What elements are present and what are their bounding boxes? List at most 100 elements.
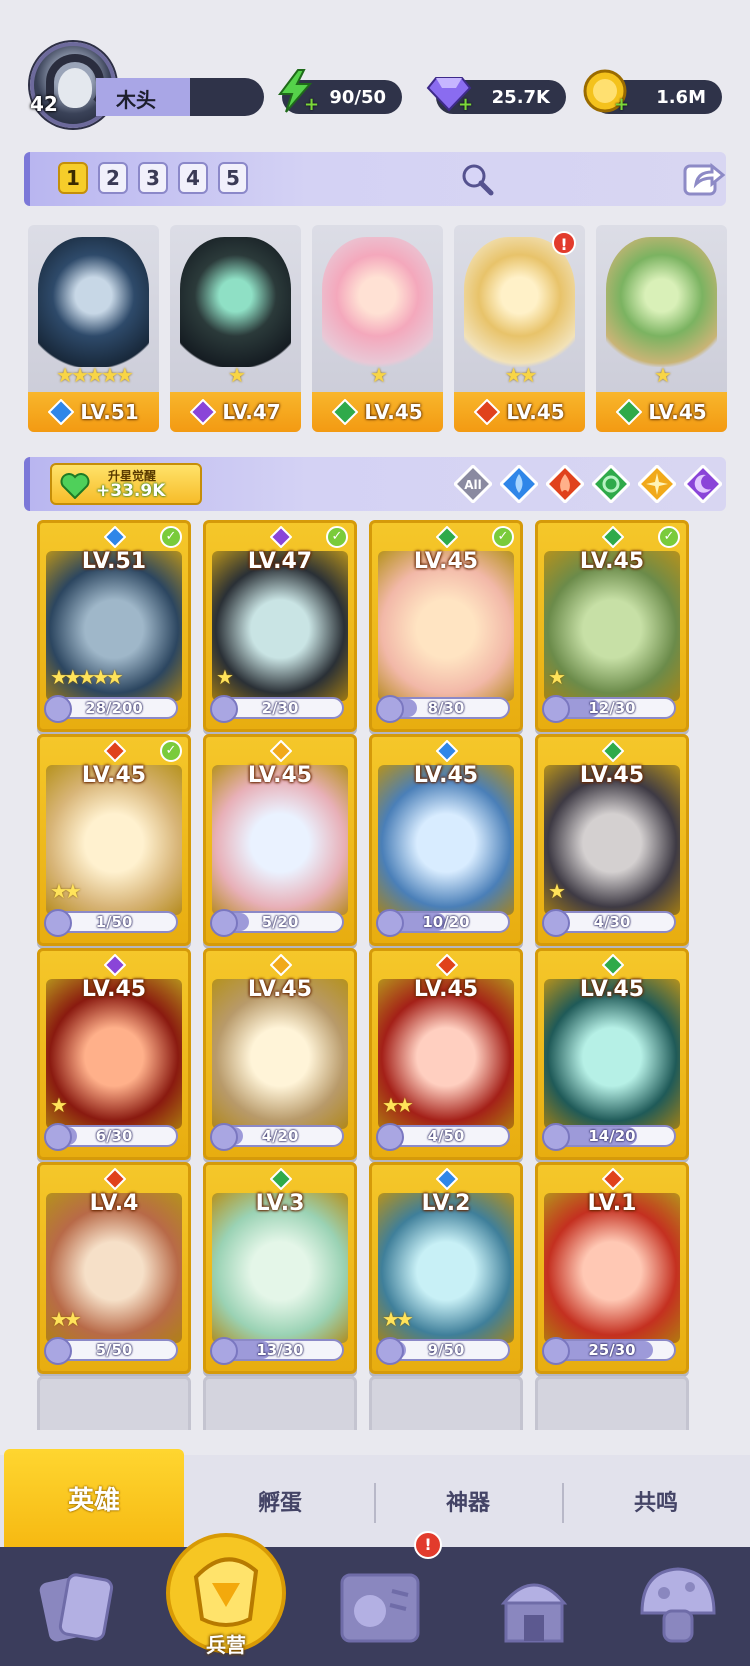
tab-heroes[interactable]: 英雄 xyxy=(4,1449,184,1547)
barracks-label: 兵营 xyxy=(206,1633,246,1657)
add-energy-icon[interactable]: + xyxy=(304,94,319,115)
team-slot-1[interactable]: 1 xyxy=(58,162,88,194)
hero-card-partial[interactable] xyxy=(535,1376,689,1430)
gold-value: 1.6M xyxy=(656,86,706,108)
hero-level: LV.45 xyxy=(579,977,645,1002)
hero-subtabs: 英雄 孵蛋 神器 共鸣 xyxy=(0,1449,750,1547)
gem-value: 25.7K xyxy=(491,86,550,108)
team-hero-5[interactable]: ★ LV.45 xyxy=(596,225,727,432)
hero-card[interactable]: ✓ LV.45 8/30 xyxy=(369,520,523,732)
team-lineup: ★★★★★ LV.51 ★ LV.47 ★ LV.45 ! ★★ LV.45 ★ xyxy=(28,225,727,432)
fragment-icon xyxy=(376,695,404,723)
hero-level: LV.45 xyxy=(579,549,645,574)
hero-card[interactable]: LV.3 13/30 xyxy=(203,1162,357,1374)
filter-moon-icon[interactable] xyxy=(684,465,722,503)
team-hero-4[interactable]: ! ★★ LV.45 xyxy=(454,225,585,432)
filter-water-icon[interactable] xyxy=(500,465,538,503)
wind-element-icon xyxy=(602,740,624,762)
hero-level: LV.51 xyxy=(81,549,147,574)
star-rating: ★★★★★ xyxy=(56,363,134,387)
tab-divider xyxy=(374,1483,376,1523)
star-rating: ★ xyxy=(228,363,246,387)
hero-portrait xyxy=(606,237,717,367)
wind-element-icon xyxy=(616,399,643,425)
hero-card-partial[interactable] xyxy=(369,1376,523,1430)
owned-check-icon: ✓ xyxy=(492,526,514,548)
team-hero-1[interactable]: ★★★★★ LV.51 xyxy=(28,225,159,432)
water-element-icon xyxy=(104,526,126,548)
hero-card-partial[interactable] xyxy=(203,1376,357,1430)
hero-level: LV.4 xyxy=(89,1191,139,1216)
hero-level: LV.47 xyxy=(247,549,313,574)
moon-element-icon xyxy=(190,399,217,425)
filter-light-icon[interactable] xyxy=(638,465,676,503)
gold-counter[interactable]: + 1.6M xyxy=(583,69,722,115)
team-slot-5[interactable]: 5 xyxy=(218,162,248,194)
player-name: 木头 xyxy=(116,88,156,112)
hero-card[interactable]: LV.45 14/20 xyxy=(535,948,689,1160)
tab-artifacts[interactable]: 神器 xyxy=(378,1455,558,1547)
hero-card[interactable]: LV.4 ★★ 5/50 xyxy=(37,1162,191,1374)
fragment-icon xyxy=(542,695,570,723)
hero-card[interactable]: LV.45 ★ 6/30 xyxy=(37,948,191,1160)
hero-level: LV.1 xyxy=(587,1191,637,1216)
tab-resonance[interactable]: 共鸣 xyxy=(566,1455,746,1547)
hero-card[interactable]: LV.45 ★ 4/30 xyxy=(535,734,689,946)
fragment-icon xyxy=(210,1337,238,1365)
star-rating: ★ xyxy=(548,879,566,903)
player-name-bar[interactable]: 木头 xyxy=(96,78,264,116)
fragment-icon xyxy=(210,695,238,723)
team-slot-tabs: 1 2 3 4 5 xyxy=(58,162,248,194)
add-gem-icon[interactable]: + xyxy=(458,94,473,115)
magnifier-icon[interactable] xyxy=(460,162,494,196)
cards-icon[interactable] xyxy=(26,1557,126,1657)
hero-card[interactable]: ✓ LV.45 ★★ 1/50 xyxy=(37,734,191,946)
add-gold-icon[interactable]: + xyxy=(614,94,629,115)
hero-card[interactable]: LV.45 5/20 xyxy=(203,734,357,946)
hero-card[interactable]: LV.45 ★★ 4/50 xyxy=(369,948,523,1160)
team-slot-3[interactable]: 3 xyxy=(138,162,168,194)
wind-element-icon xyxy=(332,399,359,425)
star-rating: ★★★★★ xyxy=(50,665,124,689)
star-up-awaken-button[interactable]: 升星觉醒 +33.9K xyxy=(50,463,202,505)
hero-level: LV.45 xyxy=(247,763,313,788)
hero-card[interactable]: LV.1 25/30 xyxy=(535,1162,689,1374)
wind-element-icon xyxy=(270,1168,292,1190)
team-slot-2[interactable]: 2 xyxy=(98,162,128,194)
team-slot-4[interactable]: 4 xyxy=(178,162,208,194)
mushroom-icon[interactable] xyxy=(628,1557,728,1657)
hero-card-partial[interactable] xyxy=(37,1376,191,1430)
hero-card[interactable]: ✓ LV.45 ★ 12/30 xyxy=(535,520,689,732)
hero-card[interactable]: LV.45 10/20 xyxy=(369,734,523,946)
energy-counter[interactable]: + 90/50 xyxy=(278,69,402,115)
hero-level: LV.45 xyxy=(413,763,479,788)
map-book-icon[interactable] xyxy=(330,1557,430,1657)
share-icon[interactable] xyxy=(682,158,726,198)
hero-card[interactable]: LV.2 ★★ 9/50 xyxy=(369,1162,523,1374)
star-rating: ★★ xyxy=(50,879,82,903)
hero-level: LV.2 xyxy=(421,1191,471,1216)
team-hero-2[interactable]: ★ LV.47 xyxy=(170,225,301,432)
filter-all-button[interactable]: All xyxy=(454,465,492,503)
filter-fire-icon[interactable] xyxy=(546,465,584,503)
team-hero-3[interactable]: ★ LV.45 xyxy=(312,225,443,432)
hero-portrait xyxy=(464,237,575,367)
filter-wind-icon[interactable] xyxy=(592,465,630,503)
hero-card[interactable]: ✓ LV.47 ★ 2/30 xyxy=(203,520,357,732)
hero-level: LV.45 xyxy=(81,763,147,788)
water-element-icon xyxy=(436,1168,458,1190)
gem-counter[interactable]: + 25.7K xyxy=(426,77,566,115)
hero-level: LV.45 xyxy=(247,977,313,1002)
star-rating: ★ xyxy=(50,1093,68,1117)
alert-badge: ! xyxy=(552,231,576,255)
temple-icon[interactable] xyxy=(484,1557,584,1657)
star-rating: ★★ xyxy=(382,1093,414,1117)
fragment-icon xyxy=(376,909,404,937)
hero-card[interactable]: ✓ LV.51 ★★★★★ 28/200 xyxy=(37,520,191,732)
hero-card[interactable]: LV.45 4/20 xyxy=(203,948,357,1160)
team-preset-bar: 1 2 3 4 5 xyxy=(24,152,726,206)
filter-all-label: All xyxy=(464,478,482,492)
water-element-icon xyxy=(48,399,75,425)
level-bar: LV.45 xyxy=(454,392,585,432)
fragment-icon xyxy=(44,1337,72,1365)
